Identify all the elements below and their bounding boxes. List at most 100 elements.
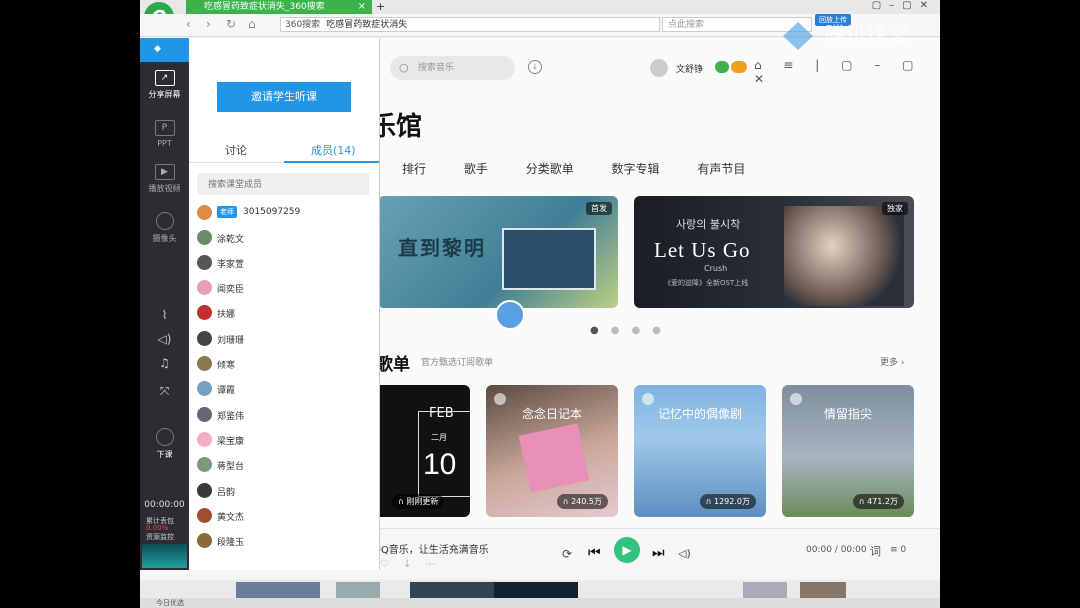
playlist-button[interactable]: ≡ 0 [890, 545, 906, 555]
thumbnail[interactable] [410, 582, 494, 598]
list-item[interactable]: 蒋型台 [197, 456, 372, 476]
member-search-input[interactable] [197, 173, 369, 195]
list-item[interactable]: 扶娜 [197, 304, 372, 324]
camera-icon [155, 212, 174, 230]
tab-title: 吃感冒药致症状消失_360搜索 [204, 2, 325, 12]
mic-icon[interactable]: ↓ [528, 60, 542, 74]
banner-right[interactable]: 사랑의 불시착 Let Us Go Crush 《爱的迫降》全新OST上线 独家 [634, 196, 914, 308]
green-vip-icon[interactable] [715, 61, 729, 73]
thumbnail[interactable] [336, 582, 380, 598]
card-title: 记忆中的偶像剧 [657, 407, 742, 421]
power-icon [155, 428, 174, 446]
vip-icon[interactable] [731, 61, 747, 73]
speaker-icon[interactable]: ◁) [140, 332, 189, 346]
tab-discussion[interactable]: 讨论 [225, 142, 247, 158]
ppt-button[interactable]: P PPT [140, 120, 189, 148]
home-icon[interactable]: ⌂ [248, 17, 256, 31]
member-name: 涂乾文 [217, 235, 245, 245]
play-count: ∩ 刚刚更新 [392, 494, 445, 509]
member-name: 吕韵 [217, 488, 236, 498]
new-tab-icon[interactable]: + [376, 0, 385, 13]
camera-button[interactable]: 摄像头 [140, 212, 189, 244]
section-subtitle: 官方甄选订阅歌单 [421, 358, 494, 368]
banner-left[interactable]: 直到黎明 首发 [378, 196, 618, 308]
tab-album[interactable]: 数字专辑 [612, 162, 660, 176]
thumbnail[interactable] [494, 582, 578, 598]
list-item[interactable]: 倾寒 [197, 355, 372, 375]
play-video-button[interactable]: ▶ 播放视频 [140, 164, 189, 194]
banner-title: Let Us Go [654, 238, 751, 262]
section-title: 歌单 [376, 355, 410, 375]
browser-tab[interactable]: 吃感冒药致症状消失_360搜索 × [186, 0, 372, 14]
list-item[interactable]: 李家萱 [197, 254, 372, 274]
invite-students-button[interactable]: 邀请学生听课 [217, 82, 351, 112]
tab-audio[interactable]: 有声节目 [697, 162, 745, 176]
next-icon[interactable]: ⏭ [652, 545, 665, 561]
list-item[interactable]: 梁宝康 [197, 431, 372, 451]
avatar [197, 255, 212, 270]
list-item[interactable]: 谭霞 [197, 380, 372, 400]
teacher-badge: 老师 [217, 206, 237, 218]
play-time: 00:00 / 00:00 [806, 545, 867, 555]
banner-text: 直到黎明 [398, 236, 486, 260]
expand-icon[interactable]: ⤧ [140, 384, 189, 399]
playlist-card[interactable]: 记忆中的偶像剧 ∩ 1292.0万 [634, 385, 766, 517]
share-screen-button[interactable]: ↗ 分享屏幕 [140, 70, 189, 100]
end-class-button[interactable]: 下课 [140, 428, 189, 460]
member-name: 扶娜 [217, 310, 236, 320]
play-count: ∩ 471.2万 [852, 494, 904, 509]
list-item[interactable]: 老师 3015097259 [197, 204, 372, 224]
list-item[interactable]: 段隆玉 [197, 532, 372, 552]
music-nav-tabs: 排行 歌手 分类歌单 数字专辑 有声节目 [402, 160, 779, 177]
mic-icon[interactable]: ⌇ [140, 308, 189, 322]
banner-caption: 《爱的迫降》全新OST上线 [664, 279, 749, 287]
list-item[interactable]: 郑鉴伟 [197, 406, 372, 426]
user-name[interactable]: 文舒铮 [676, 62, 703, 75]
list-item[interactable]: 黄文杰 [197, 507, 372, 527]
banner-korean: 사랑의 불시착 [676, 218, 741, 231]
player-actions[interactable]: ♡↓⋯ [380, 559, 449, 570]
list-item[interactable]: 吕韵 [197, 482, 372, 502]
packet-loss-value: 0.00% [146, 524, 169, 532]
back-icon[interactable]: ‹ [186, 17, 191, 31]
music-note-icon[interactable]: ♫ [140, 356, 189, 370]
lyric-button[interactable]: 词 [870, 543, 881, 559]
banner-photo [502, 228, 596, 290]
calendar-art: FEB 二月 10 [418, 406, 470, 497]
music-search-input[interactable]: ○ 搜索音乐 [390, 56, 515, 80]
refresh-icon[interactable]: ↻ [226, 17, 236, 31]
avatar [197, 381, 212, 396]
tab-rank[interactable]: 排行 [402, 162, 426, 176]
tab-category[interactable]: 分类歌单 [526, 162, 574, 176]
window-controls[interactable]: ▢–▢✕ [872, 0, 936, 11]
list-item[interactable]: 刘珊珊 [197, 330, 372, 350]
list-item[interactable]: 闻奕臣 [197, 279, 372, 299]
banner-photo [784, 206, 904, 306]
volume-icon[interactable]: ◁) [678, 547, 691, 560]
thumbnail[interactable] [743, 582, 787, 598]
more-link[interactable]: 更多 › [880, 355, 904, 368]
members-panel: 邀请学生听课 讨论 成员(14) 老师 3015097259 涂乾文 李家萱 闻… [189, 38, 380, 570]
browser-search-input[interactable]: 点此搜索 [662, 17, 812, 32]
tab-members[interactable]: 成员(14) [311, 142, 356, 158]
close-icon[interactable]: × [358, 0, 366, 14]
play-button[interactable]: ▶ [614, 537, 640, 563]
avatar [197, 407, 212, 422]
tab-singer[interactable]: 歌手 [464, 162, 488, 176]
loop-icon[interactable]: ⟳ [562, 547, 572, 561]
card-title: 念念日记本 [521, 407, 582, 421]
carousel-dots[interactable]: ●●●● [590, 325, 673, 336]
forward-icon[interactable]: › [206, 17, 211, 31]
address-bar[interactable]: 360搜索 吃感冒药致症状消失 [280, 17, 660, 32]
thumbnail[interactable] [236, 582, 320, 598]
app-window-controls[interactable]: ⌂ ≡ | ▢ – ▢ ✕ [754, 58, 940, 86]
resource-monitor-label[interactable]: 资源监控 [146, 532, 174, 542]
playlist-card[interactable]: 情留指尖 ∩ 471.2万 [782, 385, 914, 517]
playlist-card[interactable]: 念念日记本 ∩ 240.5万 [486, 385, 618, 517]
prev-icon[interactable]: ⏮ [588, 545, 601, 561]
floating-ball-icon[interactable] [495, 300, 525, 330]
avatar[interactable] [650, 59, 668, 77]
list-item[interactable]: 涂乾文 [197, 229, 372, 249]
browser-tabbar: 吃感冒药致症状消失_360搜索 × + ▢–▢✕ [140, 0, 940, 14]
thumbnail[interactable] [800, 582, 846, 598]
